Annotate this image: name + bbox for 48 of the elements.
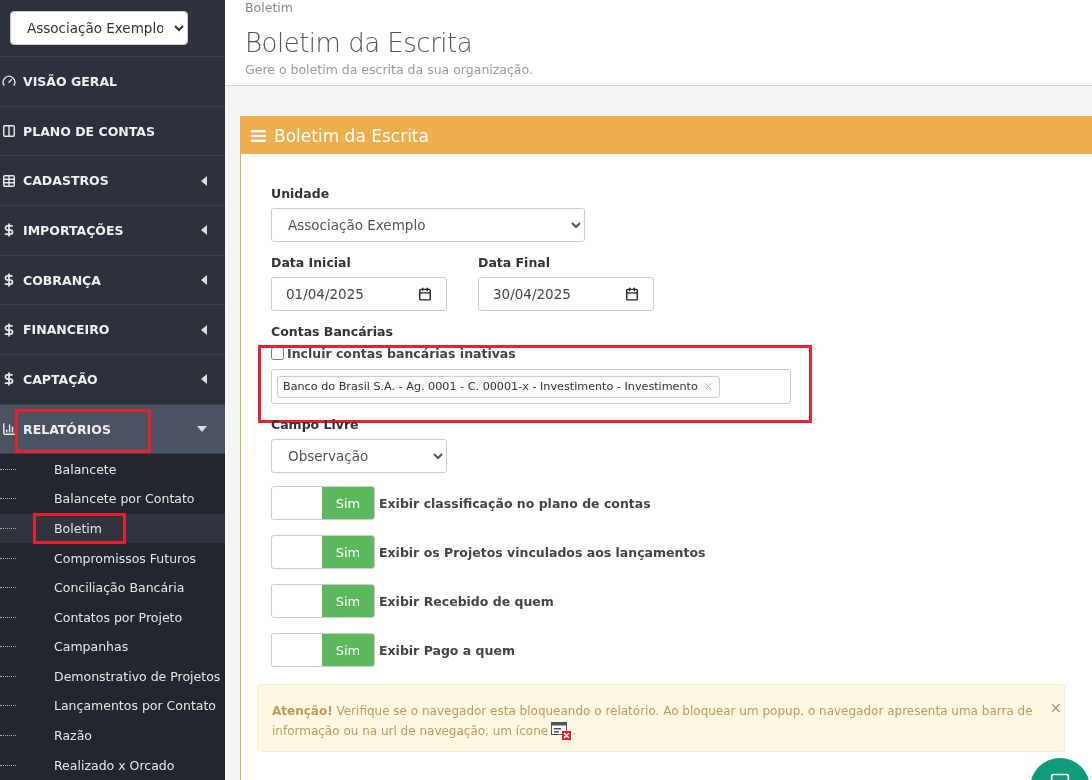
toggle-label: Exibir os Projetos vinculados aos lançamentos bbox=[379, 544, 706, 560]
alert-text-end: . bbox=[572, 723, 576, 740]
submenu-item[interactable]: Razão bbox=[0, 720, 225, 751]
calendar-icon bbox=[418, 287, 432, 301]
account-tag: Banco do Brasil S.A. - Ag. 0001 - C. 00001-x - Investimento - Investimento bbox=[277, 375, 720, 398]
toggle-label: Exibir Pago a quem bbox=[379, 642, 515, 658]
panel-header: Boletim da Escrita bbox=[241, 117, 1092, 154]
remove-icon[interactable] bbox=[702, 381, 714, 392]
date-field[interactable]: 01/04/2025 bbox=[271, 277, 447, 311]
field-label: Unidade bbox=[271, 186, 331, 201]
submenu-item[interactable]: Compromissos Futuros bbox=[0, 543, 225, 573]
toggle-label: Exibir classificação no plano de contas bbox=[379, 495, 651, 511]
nav-item[interactable]: RELATÓRIOS bbox=[0, 404, 225, 455]
page-subtitle: Gere o boletim da escrita da sua organização. bbox=[245, 62, 534, 77]
breadcrumb: Boletim bbox=[245, 0, 294, 15]
menu-icon bbox=[251, 129, 266, 142]
nav-item[interactable]: VISÃO GERAL bbox=[0, 57, 225, 107]
toggle-label: Exibir Recebido de quem bbox=[379, 593, 554, 609]
submenu-item[interactable]: Boletim bbox=[0, 513, 225, 544]
nav-item[interactable]: COBRANÇA bbox=[0, 255, 225, 306]
submenu-item[interactable]: Realizado x Orcado bbox=[0, 750, 225, 780]
field-label: Data Inicial bbox=[271, 255, 352, 270]
submenu-item[interactable]: Balancete bbox=[0, 454, 225, 484]
unit-select[interactable]: Associação Exemplo bbox=[271, 208, 585, 242]
alert-text: Atenção! Verifique se o navegador esta bloqueando o relatório. Ao bloquear um popup, o navegador apresenta uma barra de bbox=[272, 703, 1033, 720]
submenu-item[interactable]: Balancete por Contato bbox=[0, 484, 225, 514]
field-label: Contas Bancárias bbox=[271, 324, 394, 339]
date-field[interactable]: 30/04/2025 bbox=[478, 277, 654, 311]
organization-select[interactable]: Associação Exemplo bbox=[10, 11, 188, 45]
checkbox[interactable] bbox=[271, 347, 284, 360]
account-multiselect[interactable]: Banco do Brasil S.A. - Ag. 0001 - C. 00001-x - Investimento - Investimento bbox=[271, 369, 791, 404]
nav-item[interactable]: CADASTROS bbox=[0, 156, 225, 207]
alert-text: informação ou na url de navegação, um ícone bbox=[272, 723, 549, 740]
page-title: Boletim da Escrita bbox=[245, 28, 474, 58]
checkbox-label: Incluir contas bancárias inativas bbox=[287, 346, 516, 361]
nav-item[interactable]: FINANCEIRO bbox=[0, 305, 225, 356]
blocked-popup-icon bbox=[551, 722, 572, 740]
nav-item[interactable]: IMPORTAÇÕES bbox=[0, 206, 225, 256]
submenu-item[interactable]: Campanhas bbox=[0, 632, 225, 662]
submenu-item[interactable]: Conciliação Bancária bbox=[0, 572, 225, 603]
calendar-icon bbox=[625, 287, 639, 301]
submenu-item[interactable]: Demonstrativo de Projetos bbox=[0, 661, 225, 692]
nav-item[interactable]: CAPTAÇÃO bbox=[0, 355, 225, 405]
submenu-item[interactable]: Contatos por Projeto bbox=[0, 602, 225, 632]
nav-item[interactable]: PLANO DE CONTAS bbox=[0, 106, 225, 157]
field-label: Data Final bbox=[478, 255, 551, 270]
free-field-select[interactable]: Observação bbox=[271, 439, 447, 473]
submenu-item[interactable]: Lançamentos por Contato bbox=[0, 691, 225, 721]
